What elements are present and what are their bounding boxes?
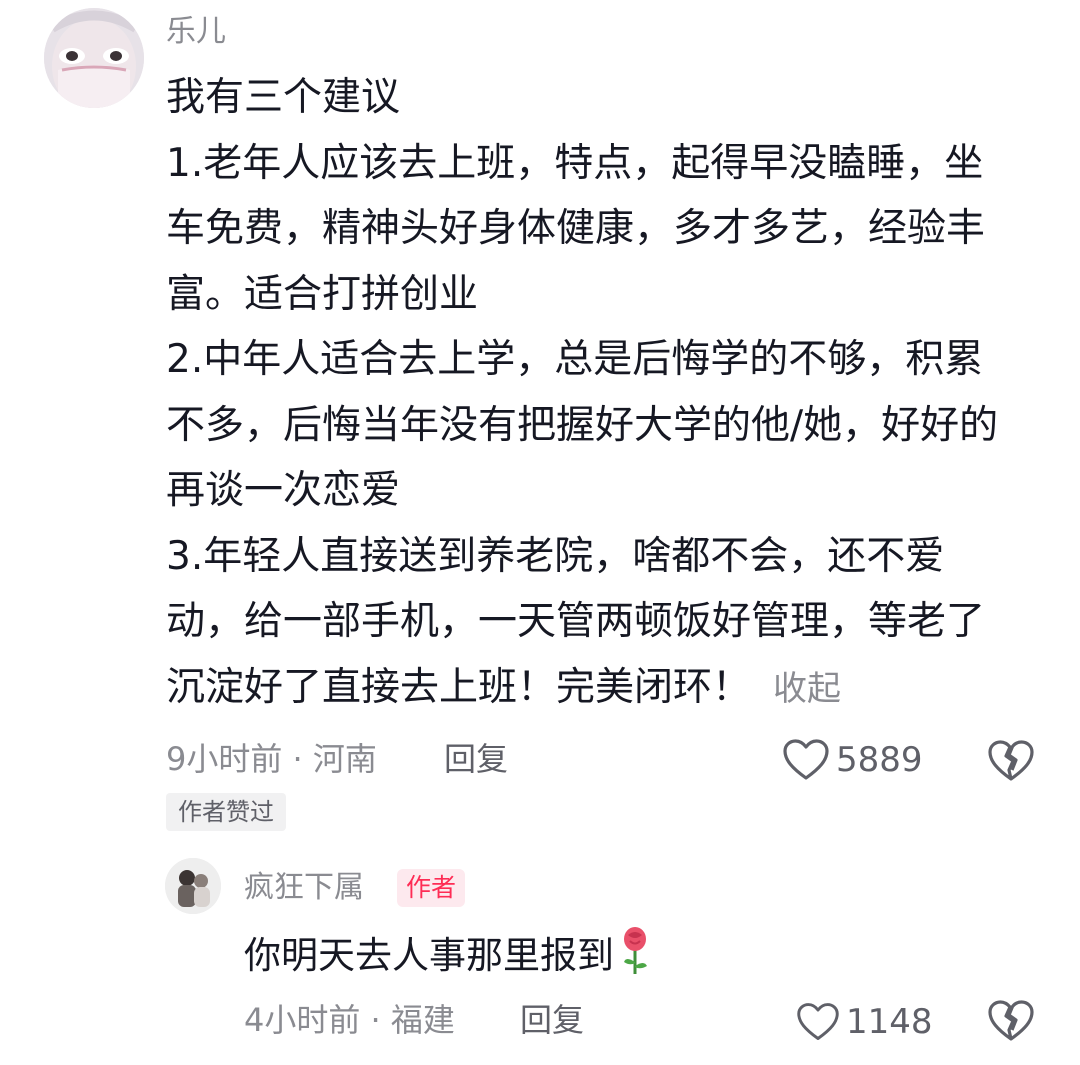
author-liked-badge: 作者赞过 — [166, 793, 286, 831]
like-count: 1148 — [846, 1002, 933, 1042]
rose-emoji-icon — [620, 926, 650, 994]
comment-body: 我有三个建议 1.老年人应该去上班，特点，起得早没瞌睡，坐 车免费，精神头好身体… — [166, 65, 1046, 722]
reply-button[interactable]: 回复 — [444, 738, 508, 780]
comment-line-text: 沉淀好了直接去上班！完美闭环！ — [166, 664, 752, 710]
comment-line: 不多，后悔当年没有把握好大学的他/她，好好的 — [166, 402, 999, 448]
dislike-button[interactable] — [987, 997, 1035, 1045]
author-tag: 作者 — [397, 869, 466, 907]
broken-heart-icon — [988, 740, 1034, 781]
like-button[interactable]: 1148 — [796, 997, 933, 1047]
comment-line: 车免费，精神头好身体健康，多才多艺，经验丰 — [166, 206, 986, 251]
commenter-avatar[interactable] — [44, 8, 144, 108]
comment-line: 1.老年人应该去上班，特点，起得早没瞌睡，坐 — [166, 140, 984, 186]
comment-line: 富。适合打拼创业 — [166, 271, 479, 317]
reply-text: 你明天去人事那里报到 — [244, 934, 614, 977]
like-count: 5889 — [836, 740, 923, 780]
comment-line: 2.中年人适合去上学，总是后悔学的不够，积累 — [166, 337, 984, 382]
dislike-button[interactable] — [987, 737, 1035, 785]
commenter-username[interactable]: 乐儿 — [166, 12, 226, 52]
comment-line: 再谈一次恋爱 — [166, 468, 401, 513]
broken-heart-icon — [988, 1000, 1034, 1041]
reply-button[interactable]: 回复 — [520, 999, 584, 1041]
comment-line: 我有三个建议 — [166, 75, 401, 120]
comment-line-last: 沉淀好了直接去上班！完美闭环！ 收起 — [166, 655, 1046, 723]
reply-username[interactable]: 疯狂下属 — [244, 868, 364, 908]
comment-line: 动，给一部手机，一天管两顿饭好管理，等老了 — [166, 599, 986, 644]
like-button[interactable]: 5889 — [782, 735, 923, 785]
reply-body: 你明天去人事那里报到 — [244, 926, 650, 994]
collapse-button[interactable]: 收起 — [773, 669, 841, 709]
heart-icon — [783, 739, 829, 780]
reply-meta: 4小时前 · 福建 — [244, 1001, 455, 1039]
heart-icon — [797, 1003, 839, 1040]
reply-avatar[interactable] — [165, 858, 221, 914]
comment-line: 3.年轻人直接送到养老院，啥都不会，还不爱 — [166, 533, 945, 579]
comment-meta: 9小时前 · 河南 — [166, 740, 377, 778]
